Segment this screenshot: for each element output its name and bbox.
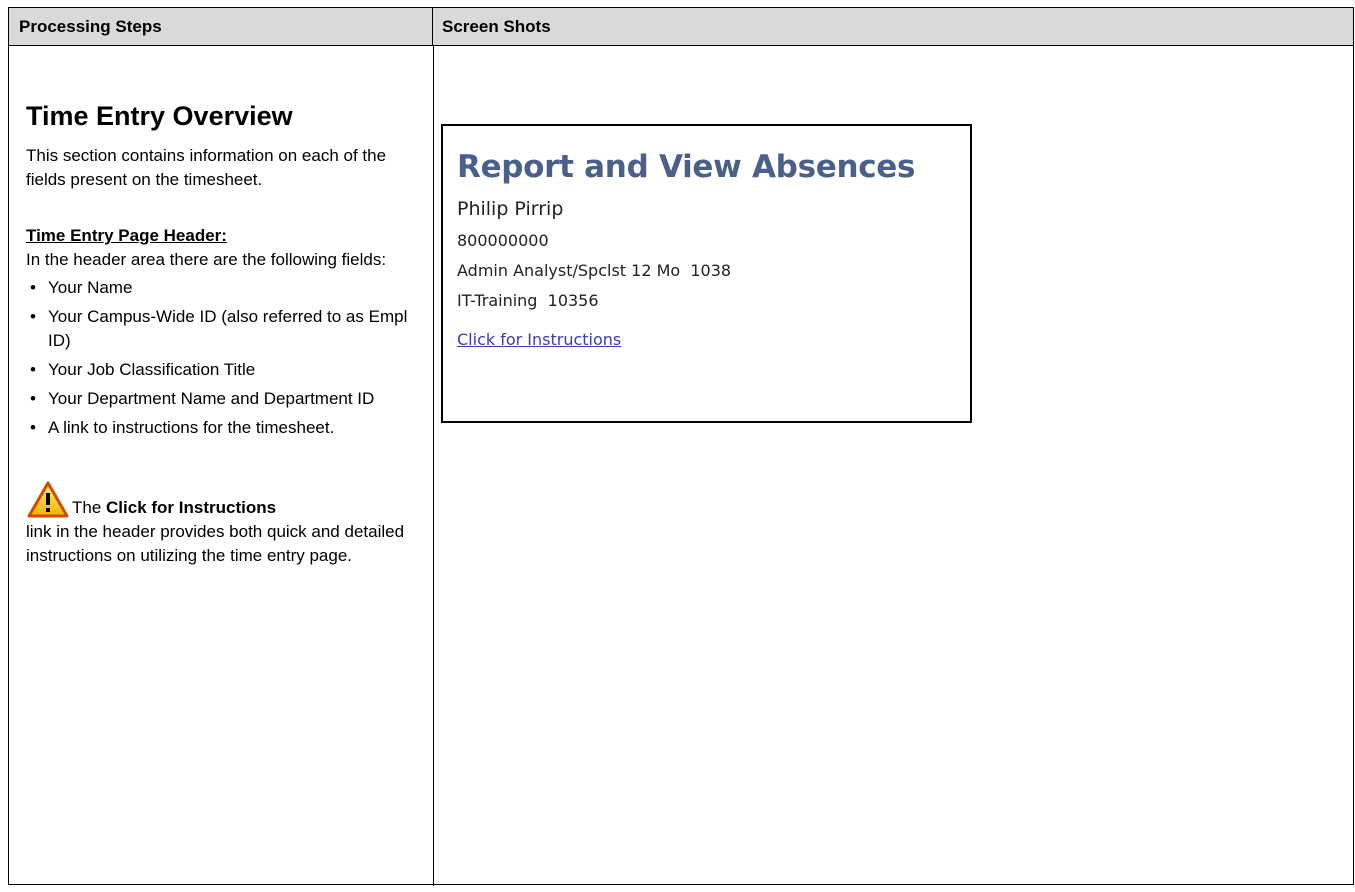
header-screen-shots: Screen Shots: [442, 17, 551, 36]
subheading: Time Entry Page Header:: [26, 226, 227, 245]
table-header-row: Processing Steps Screen Shots: [9, 8, 1353, 46]
processing-steps-column: Time Entry Overview This section contain…: [9, 46, 433, 568]
employee-name: Philip Pirrip: [457, 198, 564, 220]
list-item: • Your Department Name and Department ID: [30, 389, 375, 408]
document-table: Processing Steps Screen Shots Time Entry…: [8, 7, 1354, 886]
subheading-text: In the header area there are the followi…: [26, 250, 387, 269]
intro-text: This section contains information on eac…: [26, 146, 387, 189]
instructions-link[interactable]: Click for Instructions: [457, 330, 621, 349]
list-item: • A link to instructions for the timeshee…: [30, 418, 335, 437]
job-title: Admin Analyst/Spclst 12 Mo 1038: [457, 261, 732, 280]
field-list: • Your Name • Your Campus-Wide ID (also re…: [26, 276, 415, 440]
warning-icon: [27, 481, 69, 518]
header-processing-steps: Processing Steps: [9, 8, 433, 45]
section-title: Time Entry Overview: [26, 101, 293, 131]
screenshot-title: Report and View Absences: [457, 149, 916, 185]
list-item: • Your Campus-Wide ID (also referred to a…: [30, 307, 408, 350]
screenshot-header-panel: Report and View Absences Philip Pirrip 8…: [441, 124, 972, 423]
department: IT-Training 10356: [457, 291, 599, 310]
list-item: • Your Name: [30, 278, 133, 297]
list-item: • Your Job Classification Title: [30, 360, 256, 379]
tip-note: The Click for Instructions link in the h…: [26, 480, 415, 568]
employee-id: 800000000: [457, 231, 549, 250]
column-divider: [433, 45, 434, 886]
